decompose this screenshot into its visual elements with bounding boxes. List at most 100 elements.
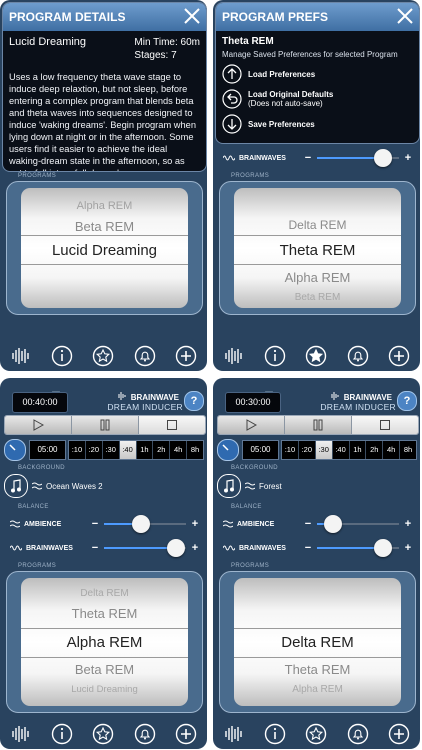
duration-option[interactable]: 4h [170,441,188,459]
duration-option-selected[interactable]: :40 [119,441,137,459]
minus-button[interactable]: − [90,518,100,530]
stop-button[interactable] [352,416,418,434]
minus-button[interactable]: − [303,542,313,554]
bell-icon[interactable] [347,345,369,367]
music-note-icon[interactable] [4,474,28,498]
slider-thumb[interactable] [167,539,186,557]
duration-option[interactable]: 2h [153,441,171,459]
plus-button[interactable]: + [190,518,200,530]
slider-thumb[interactable] [324,515,343,533]
minus-button[interactable]: − [303,152,313,164]
current-time[interactable]: 05:00 [242,440,279,460]
star-icon[interactable] [305,723,327,745]
duration-option[interactable]: :30 [102,441,120,459]
slider-thumb[interactable] [373,539,392,557]
waveform-icon[interactable] [223,345,245,367]
duration-option[interactable]: 8h [187,441,203,459]
picker-item-selected[interactable]: Alpha REM [21,634,188,651]
star-icon[interactable] [92,723,114,745]
brainwaves-slider[interactable] [317,149,399,167]
min-time: Min Time: 60m [134,37,200,48]
duration-option[interactable]: 2h [366,441,384,459]
plus-button[interactable]: + [403,542,413,554]
picker-item[interactable]: Alpha REM [234,270,401,285]
waves-icon [245,482,255,490]
waveform-icon[interactable] [10,723,32,745]
background-selector[interactable]: Ocean Waves 2 [4,474,204,498]
stop-button[interactable] [139,416,205,434]
info-icon[interactable] [51,723,73,745]
plus-icon[interactable] [388,345,410,367]
close-icon[interactable] [182,6,202,26]
timer-dial-icon[interactable] [4,439,26,461]
pause-button[interactable] [72,416,139,434]
info-icon[interactable] [51,345,73,367]
duration-option[interactable]: :40 [332,441,350,459]
waveform-icon[interactable] [10,345,32,367]
duration-option[interactable]: 8h [400,441,416,459]
plus-icon[interactable] [388,723,410,745]
brainwaves-slider[interactable] [317,539,399,557]
duration-option[interactable]: :10 [69,441,86,459]
duration-option-selected[interactable]: :30 [315,441,333,459]
picker-item[interactable]: Theta REM [234,662,401,677]
picker-item-selected[interactable]: Lucid Dreaming [21,242,188,259]
bell-icon[interactable] [134,723,156,745]
star-icon[interactable] [92,345,114,367]
ambience-slider[interactable] [317,515,399,533]
duration-option[interactable]: 1h [136,441,154,459]
plus-icon[interactable] [175,345,197,367]
picker-item[interactable]: Alpha REM [234,684,401,695]
duration-option[interactable]: 1h [349,441,367,459]
picker-item-selected[interactable]: Delta REM [234,634,401,651]
plus-button[interactable]: + [403,152,413,164]
bell-icon[interactable] [134,345,156,367]
slider-thumb[interactable] [131,515,150,533]
minus-button[interactable]: − [303,518,313,530]
duration-option[interactable]: :10 [282,441,299,459]
brand-label: BRAINWAVE [130,393,179,402]
program-picker[interactable]: ​ Alpha REM Beta REM Lucid Dreaming [21,188,188,308]
save-preferences-button[interactable]: Save Preferences [222,114,413,134]
info-icon[interactable] [264,345,286,367]
help-button[interactable]: ? [184,391,204,411]
picker-item-selected[interactable]: Theta REM [234,242,401,259]
program-picker[interactable]: Delta REM Theta REM Alpha REM Beta REM [234,188,401,308]
picker-item[interactable]: Delta REM [21,588,188,599]
play-button[interactable] [218,416,285,434]
slider-thumb[interactable] [373,149,392,167]
minus-button[interactable]: − [90,542,100,554]
load-defaults-button[interactable]: Load Original Defaults (Does not auto-sav… [222,89,413,109]
plus-button[interactable]: + [190,542,200,554]
bell-icon[interactable] [347,723,369,745]
picker-item[interactable]: Alpha REM [21,200,188,212]
info-icon[interactable] [264,723,286,745]
picker-item[interactable]: Beta REM [21,662,188,677]
picker-item[interactable]: Beta REM [21,219,188,234]
picker-item[interactable]: Lucid Dreaming [21,684,188,695]
plus-icon[interactable] [175,723,197,745]
star-icon[interactable] [305,345,327,367]
music-note-icon[interactable] [217,474,241,498]
duration-option[interactable]: 4h [383,441,401,459]
close-icon[interactable] [395,6,415,26]
picker-item[interactable]: Delta REM [234,218,401,232]
current-time[interactable]: 05:00 [29,440,66,460]
duration-option[interactable]: :20 [298,441,316,459]
background-selector[interactable]: Forest [217,474,417,498]
ambience-slider[interactable] [104,515,186,533]
timer-dial-icon[interactable] [217,439,239,461]
load-preferences-button[interactable]: Load Preferences [222,64,413,84]
brainwaves-slider[interactable] [104,539,186,557]
background-name: Forest [259,481,282,491]
waveform-icon[interactable] [223,723,245,745]
play-button[interactable] [5,416,72,434]
duration-option[interactable]: :20 [85,441,103,459]
help-button[interactable]: ? [397,391,417,411]
program-picker[interactable]: Delta REM Theta REM Alpha REM [234,578,401,706]
picker-item[interactable]: Theta REM [21,606,188,621]
picker-item[interactable]: Beta REM [234,292,401,303]
program-picker[interactable]: Delta REM Theta REM Alpha REM Beta REM L… [21,578,188,706]
plus-button[interactable]: + [403,518,413,530]
pause-button[interactable] [285,416,352,434]
